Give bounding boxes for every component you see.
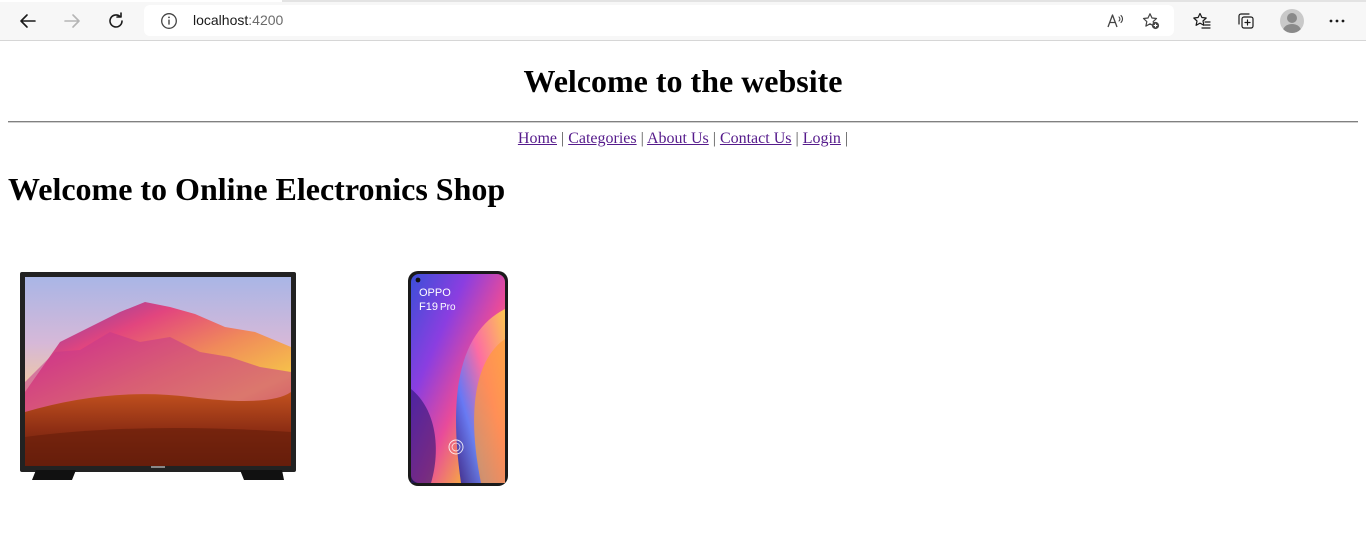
refresh-button[interactable] (101, 6, 131, 36)
nav-link-categories[interactable]: Categories (568, 130, 636, 147)
back-button[interactable] (13, 6, 43, 36)
favorites-button[interactable] (1189, 8, 1215, 34)
collections-button[interactable] (1233, 8, 1259, 34)
nav-link-home[interactable]: Home (518, 130, 557, 147)
forward-button[interactable] (57, 6, 87, 36)
active-tab-edge (0, 0, 282, 2)
url-port: :4200 (248, 12, 284, 28)
nav-separator: | (640, 130, 644, 147)
nav-separator: | (561, 130, 565, 147)
url-text[interactable]: localhost:4200 (193, 12, 283, 28)
nav-link-login[interactable]: Login (803, 130, 841, 147)
add-favorite-button[interactable] (1140, 10, 1162, 32)
read-aloud-icon (1107, 14, 1124, 28)
header-divider (8, 121, 1358, 123)
phone-screen-brand: OPPO (419, 287, 451, 299)
collections-icon (1238, 13, 1254, 29)
nav-link-contact-us[interactable]: Contact Us (720, 130, 792, 147)
address-bar[interactable]: localhost:4200 (144, 5, 1174, 36)
nav-separator: | (712, 130, 716, 147)
favorites-icon (1193, 12, 1211, 29)
read-aloud-button[interactable] (1104, 10, 1126, 32)
shop-heading: Welcome to Online Electronics Shop (8, 171, 506, 207)
nav-separator: | (795, 130, 799, 147)
profile-avatar[interactable] (1280, 9, 1304, 33)
site-title: Welcome to the website (523, 63, 843, 99)
more-icon (1329, 19, 1345, 23)
avatar-body (1283, 24, 1301, 33)
browser-toolbar: localhost:4200 (0, 0, 1366, 41)
nav-separator: | (844, 130, 849, 147)
forward-icon (64, 14, 80, 28)
avatar-head (1287, 13, 1297, 23)
refresh-icon (109, 12, 123, 28)
phone-screen-variant: Pro (440, 302, 456, 313)
site-nav: Home | Categories | About Us | Contact U… (0, 130, 1366, 148)
page-content: Welcome to the website Home | Categories… (0, 41, 1366, 546)
more-button[interactable] (1324, 8, 1350, 34)
url-host: localhost (193, 12, 249, 28)
phone-image[interactable]: OPPO F19 Pro (406, 269, 510, 488)
tv-image[interactable] (20, 272, 296, 484)
phone-screen-model: F19 (419, 301, 438, 313)
add-favorite-icon (1142, 13, 1160, 30)
info-icon[interactable] (160, 12, 178, 30)
nav-link-about-us[interactable]: About Us (647, 130, 709, 147)
back-icon (20, 14, 36, 28)
